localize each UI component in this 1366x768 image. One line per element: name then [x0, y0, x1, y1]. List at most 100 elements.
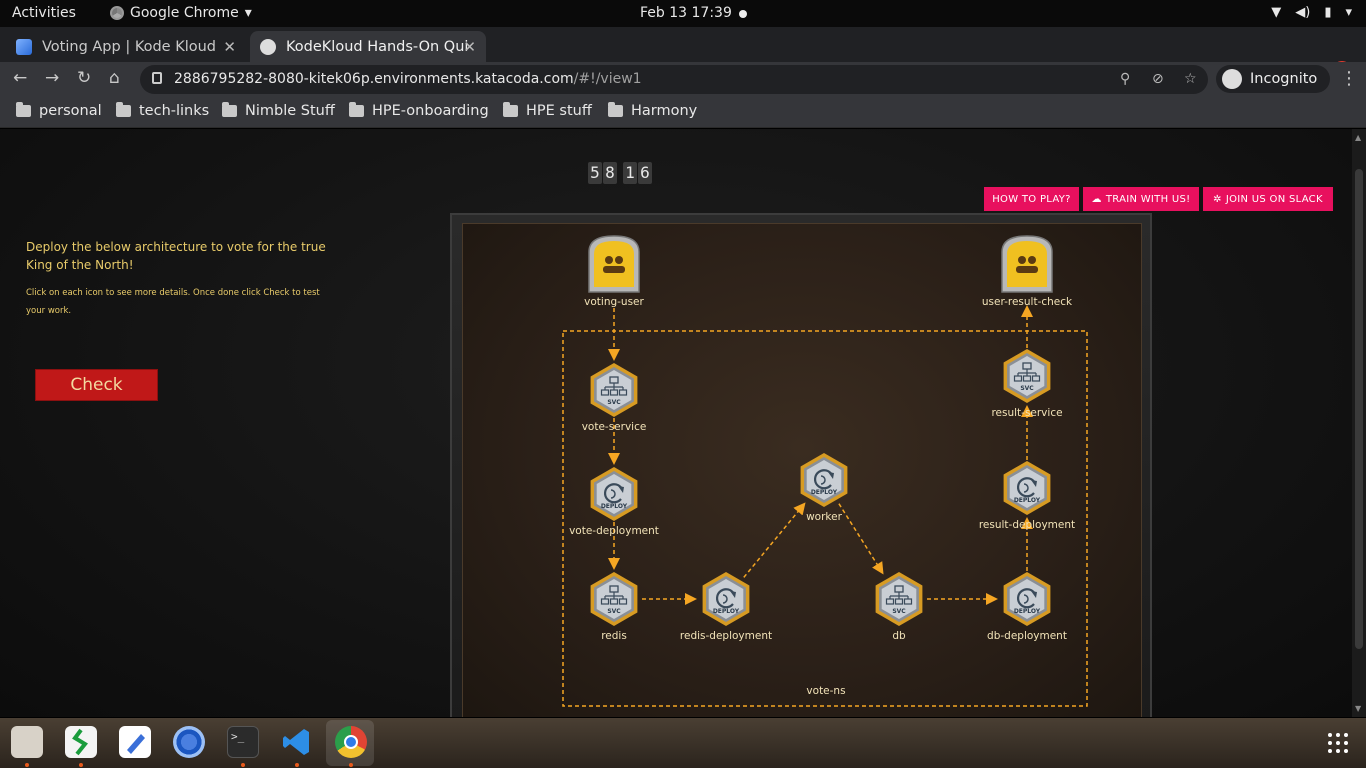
timer-digit: 6: [638, 162, 652, 184]
node-badge: SVC: [607, 399, 621, 406]
node-label-result-deployment[interactable]: result-deployment: [979, 519, 1075, 531]
chrome-icon[interactable]: [335, 726, 367, 758]
volume-icon: ◀): [1295, 5, 1311, 20]
node-voting-user[interactable]: [588, 235, 640, 293]
node-worker[interactable]: DEPLOY: [800, 453, 848, 507]
close-tab-icon[interactable]: ✕: [223, 38, 236, 56]
browser-toolbar: ← → ↻ ⌂ 2886795282-8080-kitek06p.environ…: [0, 62, 1366, 96]
profile-label: Incognito: [1250, 71, 1318, 87]
folder-icon: [16, 102, 31, 117]
node-label-worker[interactable]: worker: [806, 511, 842, 523]
running-indicator: [349, 763, 353, 767]
node-label-user-result-check[interactable]: user-result-check: [982, 296, 1072, 308]
page-scrollbar[interactable]: ▲ ▼: [1352, 129, 1366, 717]
node-label-vote-deployment[interactable]: vote-deployment: [569, 525, 659, 537]
gnome-top-bar: Activities Google Chrome ▾ Feb 13 17:39 …: [0, 0, 1366, 27]
running-indicator: [79, 763, 83, 767]
system-tray[interactable]: ▼ ◀) ▮ ▾: [1271, 5, 1352, 20]
chevron-down-icon: ▾: [1345, 5, 1352, 20]
edge-worker-to-db: [838, 503, 884, 575]
scroll-down-icon[interactable]: ▼: [1355, 704, 1361, 713]
scrollbar-thumb[interactable]: [1355, 169, 1363, 649]
chromium-icon[interactable]: [173, 726, 205, 758]
node-label-redis-deployment[interactable]: redis-deployment: [680, 630, 772, 642]
node-label-redis[interactable]: redis: [601, 630, 627, 642]
tab-kodekloud-hands-on[interactable]: KodeKloud Hands-On Qui ✕: [250, 31, 486, 62]
game-page: 5 8 1 6 HOW TO PLAY? ☁ TRAIN WITH US! ✲ JO…: [0, 129, 1352, 717]
bookmark-folder[interactable]: HPE stuff: [503, 102, 592, 119]
node-label-db-deployment[interactable]: db-deployment: [987, 630, 1067, 642]
ubuntu-dock: >_: [0, 718, 1366, 768]
node-badge: DEPLOY: [713, 608, 740, 615]
app-menu[interactable]: Google Chrome ▾: [110, 5, 252, 21]
node-result-service[interactable]: SVC: [1003, 349, 1051, 403]
incognito-icon: [1222, 69, 1242, 89]
node-badge: DEPLOY: [1014, 608, 1041, 615]
folder-icon: [116, 102, 131, 117]
timer-digit: 1: [623, 162, 637, 184]
node-db[interactable]: SVC: [875, 572, 923, 626]
node-db-deployment[interactable]: DEPLOY: [1003, 572, 1051, 626]
show-applications-icon[interactable]: [1328, 733, 1348, 753]
node-vote-deployment[interactable]: DEPLOY: [590, 467, 638, 521]
button-label: HOW TO PLAY?: [992, 193, 1071, 205]
lock-icon[interactable]: [152, 72, 162, 84]
tab-voting-app[interactable]: Voting App | Kode Kloud ✕: [6, 31, 246, 62]
how-to-play-button[interactable]: HOW TO PLAY?: [984, 187, 1079, 211]
terminal-icon[interactable]: >_: [227, 726, 259, 758]
bookmark-folder[interactable]: personal: [16, 102, 102, 119]
forward-icon[interactable]: →: [45, 68, 59, 88]
instructions-text: Deploy the below architecture to vote fo…: [26, 240, 326, 272]
vscode-icon[interactable]: [281, 726, 313, 758]
activities-button[interactable]: Activities: [12, 5, 76, 21]
node-badge: DEPLOY: [811, 489, 838, 496]
node-vote-service[interactable]: SVC: [590, 363, 638, 417]
node-redis[interactable]: SVC: [590, 572, 638, 626]
join-slack-button[interactable]: ✲ JOIN US ON SLACK: [1203, 187, 1333, 211]
node-badge: DEPLOY: [1014, 497, 1041, 504]
edge-redis-deployment-to-worker: [743, 502, 806, 578]
bookmark-folder[interactable]: Harmony: [608, 102, 697, 119]
back-icon[interactable]: ←: [13, 68, 27, 88]
node-badge: SVC: [1020, 385, 1034, 392]
running-indicator: [295, 763, 299, 767]
files-icon[interactable]: [11, 726, 43, 758]
globe-favicon-icon: [260, 38, 276, 55]
button-label: JOIN US ON SLACK: [1225, 193, 1323, 205]
node-result-deployment[interactable]: DEPLOY: [1003, 461, 1051, 515]
eye-slash-icon[interactable]: ⊘: [1152, 71, 1164, 87]
bookmark-folder[interactable]: Nimble Stuff: [222, 102, 335, 119]
check-button[interactable]: Check: [35, 369, 158, 401]
chrome-app-icon: [110, 6, 124, 20]
incognito-profile[interactable]: Incognito: [1216, 65, 1330, 93]
reload-icon[interactable]: ↻: [77, 68, 91, 88]
clock[interactable]: Feb 13 17:39: [640, 5, 732, 21]
text-editor-icon[interactable]: [119, 726, 151, 758]
node-redis-deployment[interactable]: DEPLOY: [702, 572, 750, 626]
close-tab-icon[interactable]: ✕: [463, 38, 476, 56]
kodekloud-favicon-icon: [16, 38, 32, 55]
notification-dot-icon: [739, 10, 747, 18]
instructions-panel: Deploy the below architecture to vote fo…: [26, 238, 326, 320]
libreoffice-icon[interactable]: [65, 726, 97, 758]
node-user-result-check[interactable]: [1001, 235, 1053, 293]
bookmark-folder[interactable]: tech-links: [116, 102, 209, 119]
url-text[interactable]: 2886795282-8080-kitek06p.environments.ka…: [174, 71, 642, 87]
node-label-db[interactable]: db: [892, 630, 905, 642]
home-icon[interactable]: ⌂: [109, 68, 120, 88]
kebab-menu-icon[interactable]: ⋮: [1340, 68, 1358, 89]
chevron-down-icon: ▾: [244, 5, 252, 21]
node-label-vote-service[interactable]: vote-service: [582, 421, 647, 433]
folder-icon: [503, 102, 518, 117]
node-label-result-service[interactable]: result-service: [991, 407, 1062, 419]
slack-icon: ✲: [1213, 193, 1222, 205]
tab-strip: Voting App | Kode Kloud ✕ KodeKloud Hand…: [0, 27, 1366, 83]
zoom-icon[interactable]: ⚲: [1120, 71, 1130, 87]
node-label-voting-user[interactable]: voting-user: [584, 296, 644, 308]
train-with-us-button[interactable]: ☁ TRAIN WITH US!: [1083, 187, 1199, 211]
scroll-up-icon[interactable]: ▲: [1355, 133, 1361, 142]
running-indicator: [241, 763, 245, 767]
bookmark-folder[interactable]: HPE-onboarding: [349, 102, 489, 119]
address-bar[interactable]: 2886795282-8080-kitek06p.environments.ka…: [140, 65, 1208, 94]
bookmark-star-icon[interactable]: ☆: [1184, 71, 1197, 87]
